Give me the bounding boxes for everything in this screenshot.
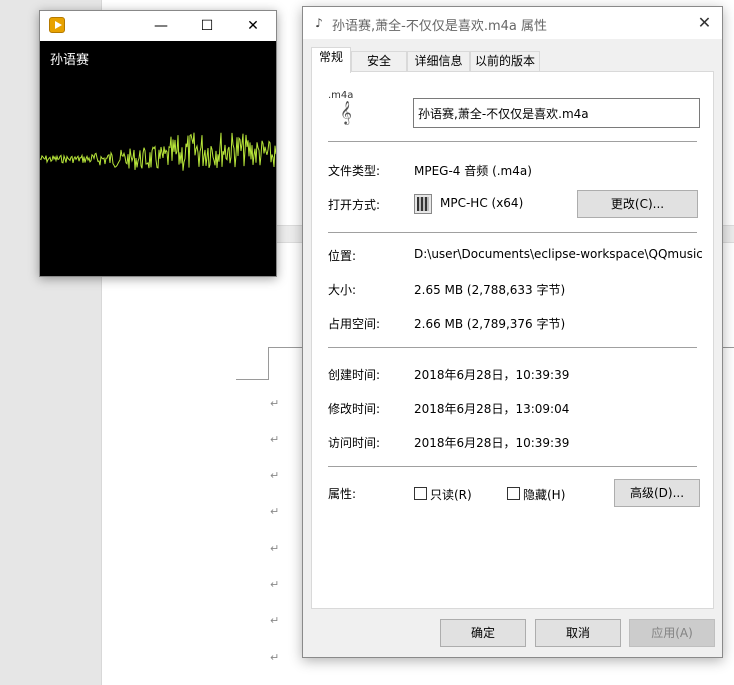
media-player-window[interactable]: — ☐ ✕ 孙语赛 bbox=[39, 10, 277, 277]
tab-security[interactable]: 安全 bbox=[351, 51, 407, 72]
divider bbox=[328, 232, 697, 233]
paragraph-mark: ↵ bbox=[270, 651, 280, 664]
size-value: 2.65 MB (2,788,633 字节) bbox=[414, 283, 566, 297]
paragraph-mark: ↵ bbox=[270, 614, 280, 627]
paragraph-mark: ↵ bbox=[270, 542, 280, 555]
location-value: D:\user\Documents\eclipse-workspace\QQmu… bbox=[414, 247, 702, 261]
file-type-label: 文件类型: bbox=[328, 164, 381, 178]
paragraph-mark: ↵ bbox=[270, 505, 280, 518]
music-note-icon: 𝄞 bbox=[340, 100, 352, 124]
crop-mark-top bbox=[268, 347, 303, 348]
paragraph-mark: ↵ bbox=[270, 397, 280, 410]
crop-mark-top-right bbox=[723, 347, 734, 348]
accessed-label: 访问时间: bbox=[328, 436, 381, 450]
maximize-icon[interactable]: ☐ bbox=[184, 11, 230, 41]
created-value: 2018年6月28日，10:39:39 bbox=[414, 368, 570, 382]
readonly-label[interactable]: 只读(R) bbox=[430, 486, 472, 503]
filename-input[interactable] bbox=[413, 98, 700, 128]
paragraph-mark: ↵ bbox=[270, 433, 280, 446]
cancel-button[interactable]: 取消 bbox=[535, 619, 621, 647]
general-panel: .m4a 𝄞 文件类型: MPEG-4 音频 (.m4a) 打开方式: MPC-… bbox=[311, 71, 714, 609]
close-icon[interactable]: ✕ bbox=[687, 7, 722, 39]
advanced-button[interactable]: 高级(D)... bbox=[614, 479, 700, 507]
tab-details[interactable]: 详细信息 bbox=[407, 51, 470, 72]
close-icon[interactable]: ✕ bbox=[230, 11, 276, 41]
size-on-disk-label: 占用空间: bbox=[328, 317, 381, 331]
opens-with-label: 打开方式: bbox=[328, 198, 381, 212]
music-file-icon: ♪ bbox=[315, 16, 323, 30]
m4a-file-icon: .m4a 𝄞 bbox=[328, 90, 362, 124]
dialog-titlebar[interactable]: ♪ 孙语赛,萧全-不仅仅是喜欢.m4a 属性 ✕ bbox=[303, 7, 722, 39]
hidden-checkbox[interactable] bbox=[507, 487, 520, 500]
hidden-label[interactable]: 隐藏(H) bbox=[523, 486, 565, 503]
readonly-checkbox[interactable] bbox=[414, 487, 427, 500]
divider bbox=[328, 141, 697, 142]
apply-button[interactable]: 应用(A) bbox=[629, 619, 715, 647]
paragraph-mark: ↵ bbox=[270, 578, 280, 591]
properties-dialog[interactable]: ♪ 孙语赛,萧全-不仅仅是喜欢.m4a 属性 ✕ 常规 安全 详细信息 以前的版… bbox=[302, 6, 723, 658]
size-label: 大小: bbox=[328, 283, 357, 297]
mpc-hc-icon bbox=[414, 194, 432, 214]
ok-button[interactable]: 确定 bbox=[440, 619, 526, 647]
paragraph-mark: ↵ bbox=[270, 469, 280, 482]
location-label: 位置: bbox=[328, 249, 357, 263]
divider bbox=[328, 347, 697, 348]
tab-previous-versions[interactable]: 以前的版本 bbox=[470, 51, 540, 72]
divider bbox=[328, 466, 697, 467]
minimize-icon[interactable]: — bbox=[138, 11, 184, 41]
created-label: 创建时间: bbox=[328, 368, 381, 382]
modified-label: 修改时间: bbox=[328, 402, 381, 416]
accessed-value: 2018年6月28日，10:39:39 bbox=[414, 436, 570, 450]
player-titlebar[interactable]: — ☐ ✕ bbox=[40, 11, 276, 41]
crop-mark-horizontal bbox=[236, 379, 269, 380]
crop-mark-vertical bbox=[268, 347, 269, 380]
file-type-value: MPEG-4 音频 (.m4a) bbox=[414, 164, 532, 178]
dialog-title: 孙语赛,萧全-不仅仅是喜欢.m4a 属性 bbox=[332, 19, 547, 34]
change-button[interactable]: 更改(C)... bbox=[577, 190, 698, 218]
tab-general[interactable]: 常规 bbox=[311, 47, 351, 73]
opens-with-app: MPC-HC (x64) bbox=[440, 196, 524, 210]
size-on-disk-value: 2.66 MB (2,789,376 字节) bbox=[414, 317, 566, 331]
modified-value: 2018年6月28日，13:09:04 bbox=[414, 402, 570, 416]
media-player-icon bbox=[49, 17, 65, 33]
track-title: 孙语赛 bbox=[50, 53, 90, 68]
attributes-label: 属性: bbox=[328, 487, 357, 501]
audio-waveform bbox=[40, 132, 276, 171]
